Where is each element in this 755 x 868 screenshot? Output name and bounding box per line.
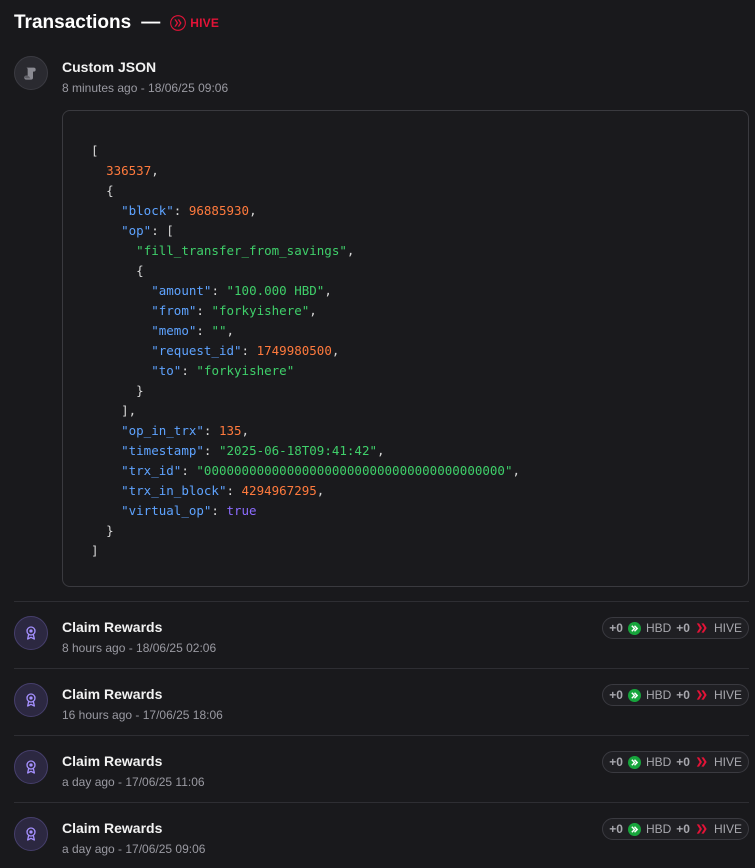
tx-title: Claim Rewards xyxy=(62,686,163,702)
json-from: "forkyishere" xyxy=(211,303,310,318)
json-index: 336537 xyxy=(106,163,152,178)
json-trx-in-block: 4294967295 xyxy=(241,483,317,498)
hive-label: HIVE xyxy=(713,621,742,635)
row-divider xyxy=(14,668,749,669)
hive-label: HIVE xyxy=(713,755,742,769)
hbd-amount: +0 xyxy=(609,755,623,769)
tx-time: 8 hours ago - 18/06/25 02:06 xyxy=(62,641,217,655)
hbd-label: HBD xyxy=(645,822,672,836)
tx-title: Custom JSON xyxy=(62,59,157,75)
json-virtual-op: true xyxy=(226,503,257,518)
tx-claim-rewards-row[interactable]: Claim Rewards a day ago - 17/06/25 09:06 xyxy=(14,817,205,857)
hbd-label: HBD xyxy=(645,755,672,769)
award-icon xyxy=(14,817,48,851)
tx-title: Claim Rewards xyxy=(62,753,163,769)
hbd-amount: +0 xyxy=(609,688,623,702)
tx-custom-json-header[interactable]: Custom JSON 8 minutes ago - 18/06/25 09:… xyxy=(14,56,228,96)
tx-claim-rewards-row[interactable]: Claim Rewards 8 hours ago - 18/06/25 02:0… xyxy=(14,616,216,656)
hive-amount: +0 xyxy=(676,688,690,702)
tx-title: Claim Rewards xyxy=(62,820,163,836)
hbd-icon xyxy=(627,755,641,769)
json-request-id: 1749980500 xyxy=(256,343,332,358)
hive-amount: +0 xyxy=(676,822,690,836)
json-content: [ 336537, { "block": 96885930, "op": [ "… xyxy=(91,143,520,558)
hive-label: HIVE xyxy=(713,688,742,702)
award-icon xyxy=(14,750,48,784)
hbd-icon xyxy=(627,621,641,635)
row-divider xyxy=(14,601,749,602)
reward-summary: +0 HBD +0 HIVE xyxy=(602,751,749,773)
json-timestamp: "2025-06-18T09:41:42" xyxy=(218,443,378,458)
hive-amount: +0 xyxy=(676,755,690,769)
chain-label: HIVE xyxy=(190,16,220,30)
tx-time: a day ago - 17/06/25 09:06 xyxy=(62,842,206,856)
page-title: Transactions xyxy=(14,12,132,33)
reward-summary: +0 HBD +0 HIVE xyxy=(602,818,749,840)
json-viewer[interactable]: [ 336537, { "block": 96885930, "op": [ "… xyxy=(62,110,749,587)
hbd-amount: +0 xyxy=(609,621,623,635)
hive-icon xyxy=(695,688,709,702)
hive-icon xyxy=(695,621,709,635)
json-memo: "" xyxy=(211,323,227,338)
tx-title: Claim Rewards xyxy=(62,619,163,635)
row-divider xyxy=(14,735,749,736)
tx-time: 16 hours ago - 17/06/25 18:06 xyxy=(62,708,223,722)
section-header: Transactions — HIVE xyxy=(14,10,219,36)
json-amount: "100.000 HBD" xyxy=(226,283,325,298)
hive-logo-icon xyxy=(170,15,187,31)
json-op-type: fill_transfer_from_savings xyxy=(143,243,340,258)
hive-amount: +0 xyxy=(676,621,690,635)
tx-claim-rewards-row[interactable]: Claim Rewards a day ago - 17/06/25 11:06 xyxy=(14,750,205,790)
hive-label: HIVE xyxy=(713,822,742,836)
hbd-icon xyxy=(627,822,641,836)
award-icon xyxy=(14,616,48,650)
json-trx-id: "000000000000000000000000000000000000000… xyxy=(196,463,513,478)
reward-summary: +0 HBD +0 HIVE xyxy=(602,617,749,639)
tx-claim-rewards-row[interactable]: Claim Rewards 16 hours ago - 17/06/25 18:… xyxy=(14,683,223,723)
title-separator: — xyxy=(141,12,161,33)
hbd-label: HBD xyxy=(645,621,672,635)
json-block: 96885930 xyxy=(188,203,250,218)
award-icon xyxy=(14,683,48,717)
row-divider xyxy=(14,802,749,803)
tx-time: a day ago - 17/06/25 11:06 xyxy=(62,775,205,789)
hive-icon xyxy=(695,755,709,769)
json-op-in-trx: 135 xyxy=(218,423,242,438)
reward-summary: +0 HBD +0 HIVE xyxy=(602,684,749,706)
hbd-amount: +0 xyxy=(609,822,623,836)
hbd-label: HBD xyxy=(645,688,672,702)
chain-tag: HIVE xyxy=(170,15,219,31)
json-to: "forkyishere" xyxy=(196,363,295,378)
scroll-icon xyxy=(14,56,48,90)
tx-time: 8 minutes ago - 18/06/25 09:06 xyxy=(62,81,229,95)
hbd-icon xyxy=(627,688,641,702)
hive-icon xyxy=(695,822,709,836)
